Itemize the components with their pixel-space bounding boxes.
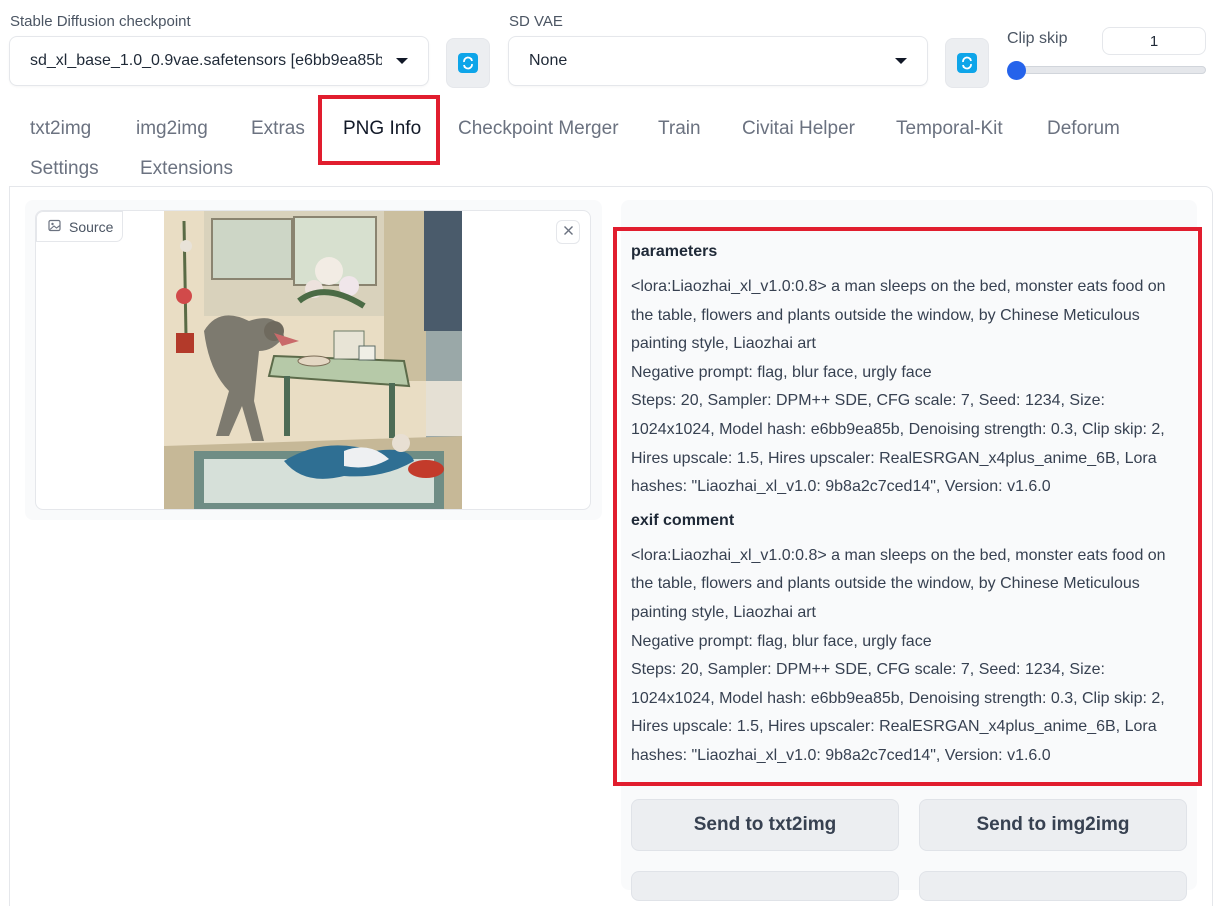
image-icon: [48, 219, 61, 235]
send-to-inpaint-button[interactable]: [631, 871, 899, 901]
close-icon: [563, 223, 574, 241]
chevron-down-icon: [895, 58, 907, 64]
refresh-checkpoint-button[interactable]: [446, 38, 490, 88]
vae-value: None: [529, 52, 568, 69]
send-to-extras-button[interactable]: [919, 871, 1187, 901]
clip-skip-slider[interactable]: [1010, 66, 1206, 74]
source-image: [164, 211, 462, 509]
clip-skip-slider-handle[interactable]: [1007, 61, 1026, 80]
tab-txt2img[interactable]: txt2img: [30, 118, 91, 140]
source-label-badge: Source: [36, 211, 123, 242]
send-to-txt2img-button[interactable]: Send to txt2img: [631, 799, 899, 851]
checkpoint-label: Stable Diffusion checkpoint: [10, 13, 191, 30]
source-label: Source: [69, 218, 114, 235]
clip-skip-input[interactable]: 1: [1102, 27, 1206, 55]
clip-skip-label: Clip skip: [1007, 30, 1068, 47]
info-highlight-box: [613, 227, 1202, 786]
vae-dropdown[interactable]: None: [508, 36, 928, 86]
vae-label: SD VAE: [509, 13, 563, 30]
tab-extensions[interactable]: Extensions: [140, 158, 233, 180]
tab-checkpoint-merger[interactable]: Checkpoint Merger: [458, 118, 619, 140]
tab-highlight-box: [318, 95, 440, 165]
tab-temporal-kit[interactable]: Temporal-Kit: [896, 118, 1003, 140]
checkpoint-dropdown[interactable]: sd_xl_base_1.0_0.9vae.safetensors [e6bb9…: [9, 36, 429, 86]
tab-img2img[interactable]: img2img: [136, 118, 208, 140]
tab-settings[interactable]: Settings: [30, 158, 99, 180]
refresh-icon: [458, 53, 478, 73]
checkpoint-value: sd_xl_base_1.0_0.9vae.safetensors [e6bb9…: [30, 52, 382, 69]
tab-train[interactable]: Train: [658, 118, 701, 140]
tab-deforum[interactable]: Deforum: [1047, 118, 1120, 140]
refresh-vae-button[interactable]: [945, 38, 989, 88]
tab-extras[interactable]: Extras: [251, 118, 305, 140]
send-to-img2img-button[interactable]: Send to img2img: [919, 799, 1187, 851]
chevron-down-icon: [396, 58, 408, 64]
refresh-icon: [957, 53, 977, 73]
clear-image-button[interactable]: [556, 220, 580, 244]
tab-civitai-helper[interactable]: Civitai Helper: [742, 118, 855, 140]
